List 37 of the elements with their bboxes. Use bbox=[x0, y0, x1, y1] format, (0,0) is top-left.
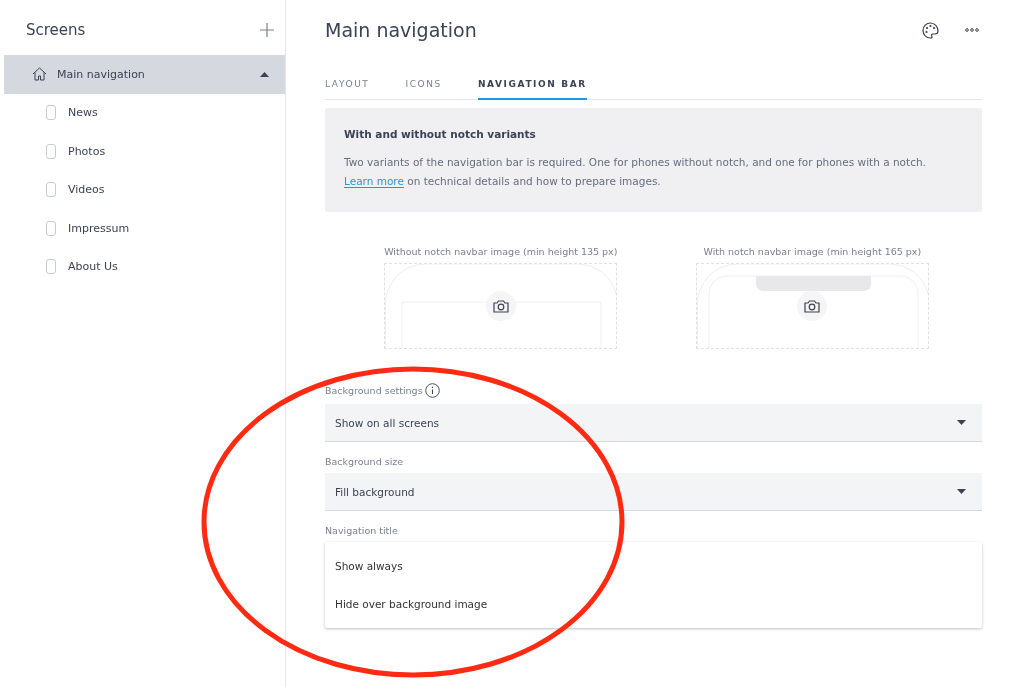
page-icon bbox=[46, 220, 56, 236]
sidebar-item[interactable]: Impressum bbox=[4, 209, 285, 248]
page-icon bbox=[46, 143, 56, 159]
tab[interactable]: ICONS bbox=[405, 75, 442, 100]
page-icon bbox=[46, 182, 56, 198]
caret-icon bbox=[260, 71, 269, 77]
page-icon bbox=[46, 259, 56, 275]
field-label: Background settings bbox=[325, 385, 423, 396]
home-icon bbox=[32, 67, 47, 82]
add-icon[interactable] bbox=[259, 22, 275, 38]
menu-option[interactable]: Show always bbox=[325, 547, 982, 585]
page-icon bbox=[46, 105, 56, 121]
more-icon[interactable] bbox=[965, 28, 979, 32]
page-title: Main navigation bbox=[325, 19, 477, 41]
sidebar-item[interactable]: Videos bbox=[4, 170, 285, 209]
menu-option[interactable]: Hide over background image bbox=[325, 585, 982, 623]
select-field[interactable]: Fill background bbox=[325, 473, 982, 511]
info-icon[interactable] bbox=[424, 383, 440, 398]
sidebar-item[interactable]: About Us bbox=[4, 247, 285, 286]
camera-icon bbox=[804, 299, 821, 313]
sidebar-item[interactable]: Main navigation bbox=[4, 55, 285, 94]
sidebar-item[interactable]: News bbox=[4, 93, 285, 132]
select-field[interactable]: Show on all screens bbox=[325, 404, 982, 442]
tab[interactable]: NAVIGATION BAR bbox=[477, 75, 587, 100]
upload-label: With notch navbar image (min height 165 px) bbox=[703, 246, 922, 257]
sidebar-item[interactable]: Photos bbox=[4, 132, 285, 171]
palette-icon[interactable] bbox=[922, 21, 939, 39]
info-text: Two variants of the navigation bar is required. One for phones without notch, and one for phones with a notch. Learn more on technical details and how to prepare images. bbox=[344, 155, 927, 190]
caret-icon bbox=[957, 489, 966, 494]
field-label: Background size bbox=[325, 456, 404, 467]
tab[interactable]: LAYOUT bbox=[325, 75, 370, 100]
camera-icon bbox=[492, 299, 509, 313]
field-label: Navigation title bbox=[325, 525, 398, 536]
sidebar-title: Screens bbox=[26, 21, 86, 39]
upload-label: Without notch navbar image (min height 135 px) bbox=[384, 246, 618, 257]
caret-icon bbox=[957, 420, 966, 425]
info-title: With and without notch variants bbox=[344, 128, 537, 140]
